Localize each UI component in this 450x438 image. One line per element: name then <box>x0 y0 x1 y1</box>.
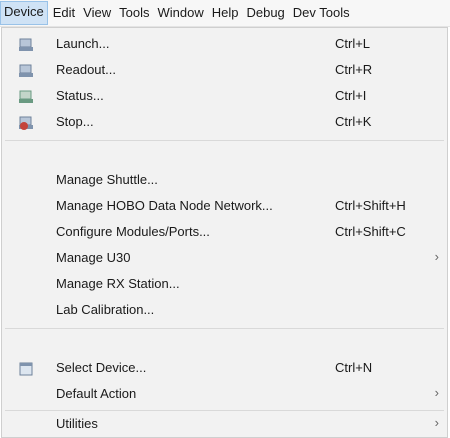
menu-item-label: Readout... <box>56 62 116 77</box>
menu-item-launch[interactable]: Launch... Ctrl+L <box>2 32 447 58</box>
menu-item-lab-calibration[interactable]: Lab Calibration... <box>2 298 447 324</box>
menu-item-label: Manage RX Station... <box>56 276 180 291</box>
readout-icon <box>19 64 34 78</box>
shortcut-text: Ctrl+Shift+C <box>335 224 406 239</box>
menu-dev-tools[interactable]: Dev Tools <box>290 2 353 24</box>
menu-item-stop[interactable]: Stop... Ctrl+K <box>2 110 447 136</box>
menu-item-label: Stop... <box>56 114 94 129</box>
menu-item-label: Utilities <box>56 416 98 431</box>
menu-item-default-action[interactable]: Default Action › <box>2 382 447 408</box>
menu-item-label: Configure Modules/Ports... <box>56 224 210 239</box>
submenu-arrow-icon: › <box>434 415 439 430</box>
menu-item-manage-rx-station[interactable]: Manage RX Station... <box>2 272 447 298</box>
shortcut-text: Ctrl+R <box>335 62 373 77</box>
menu-item-label: Manage Shuttle... <box>56 172 158 187</box>
menu-item-configure-modules[interactable]: Configure Modules/Ports... Ctrl+Shift+C <box>2 220 447 246</box>
menu-view[interactable]: View <box>80 2 114 24</box>
menu-item-label: Default Action <box>56 386 137 401</box>
shortcut-text: Ctrl+I <box>335 88 367 103</box>
menu-separator <box>5 140 444 141</box>
menu-item-manage-u30[interactable]: Manage U30 › <box>2 246 447 272</box>
menu-item-label: Launch... <box>56 36 110 51</box>
submenu-arrow-icon: › <box>434 249 439 264</box>
device-icon <box>19 362 34 376</box>
menu-bar: Device Edit View Tools Window Help Debug… <box>0 0 450 27</box>
menu-separator <box>5 328 444 329</box>
menu-item-select-device[interactable]: Select Device... Ctrl+N <box>2 356 447 382</box>
shortcut-text: Ctrl+L <box>335 36 371 51</box>
shortcut-text: Ctrl+Shift+H <box>335 198 406 213</box>
menu-item-label: Status... <box>56 88 104 103</box>
menu-edit[interactable]: Edit <box>50 2 78 24</box>
launch-icon <box>19 38 34 52</box>
menu-debug[interactable]: Debug <box>243 2 287 24</box>
menu-window[interactable]: Window <box>154 2 206 24</box>
menu-device[interactable]: Device <box>0 1 48 25</box>
menu-item-label: Lab Calibration... <box>56 302 155 317</box>
menu-tools[interactable]: Tools <box>116 2 152 24</box>
menu-item-readout[interactable]: Readout... Ctrl+R <box>2 58 447 84</box>
device-dropdown-menu: Launch... Ctrl+L Readout... Ctrl+R Statu… <box>1 27 448 438</box>
submenu-arrow-icon: › <box>434 385 439 400</box>
status-icon <box>19 90 34 104</box>
menu-item-manage-hobo-network[interactable]: Manage HOBO Data Node Network... Ctrl+Sh… <box>2 194 447 220</box>
menu-item-label: Manage U30 <box>56 250 131 265</box>
stop-icon <box>19 116 34 130</box>
menu-item-utilities[interactable]: Utilities › <box>2 412 447 438</box>
menu-item-manage-shuttle[interactable]: Manage Shuttle... <box>2 168 447 194</box>
shortcut-text: Ctrl+N <box>335 360 373 375</box>
menu-item-status[interactable]: Status... Ctrl+I <box>2 84 447 110</box>
menu-item-label: Manage HOBO Data Node Network... <box>56 198 273 213</box>
menu-item-label: Select Device... <box>56 360 147 375</box>
shortcut-text: Ctrl+K <box>335 114 372 129</box>
menu-separator <box>5 410 444 411</box>
menu-help[interactable]: Help <box>209 2 242 24</box>
